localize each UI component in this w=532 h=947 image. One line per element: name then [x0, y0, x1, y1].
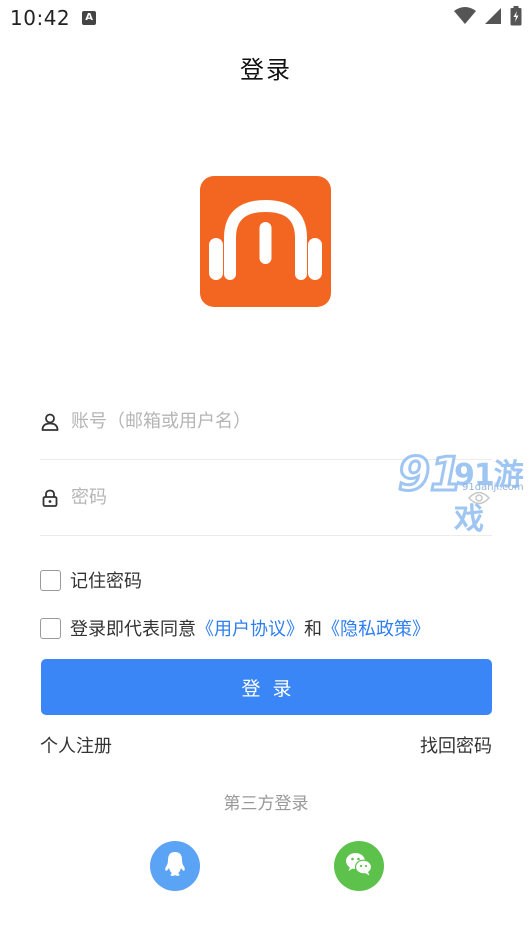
agreement-checkbox[interactable]: [40, 617, 61, 639]
agreement-and-text: 和: [304, 619, 322, 640]
privacy-policy-link[interactable]: 《隐私政策》: [322, 615, 430, 641]
user-agreement-link[interactable]: 《用户协议》: [196, 615, 304, 641]
app-logo: [200, 176, 331, 307]
remember-password-row[interactable]: 记住密码: [40, 567, 142, 593]
user-icon: [40, 412, 60, 432]
wifi-icon: [454, 7, 476, 29]
account-input[interactable]: [71, 411, 492, 432]
notification-a-icon: A: [82, 11, 97, 25]
account-links-row: 个人注册 找回密码: [40, 732, 492, 758]
watermark-91danji: 91 91游戏 91danji.com: [398, 444, 532, 537]
page-title: 登录: [240, 56, 292, 84]
signal-icon: [484, 7, 502, 29]
qq-login-button[interactable]: [150, 841, 200, 891]
remember-password-checkbox[interactable]: [40, 569, 61, 591]
login-screen: 10:42 A 登录 账号（邮箱或用户名） 91 91游戏 91danji.co…: [0, 0, 532, 947]
status-bar: 10:42 A: [0, 0, 532, 36]
qq-icon: [163, 851, 187, 881]
status-time: 10:42: [10, 6, 71, 30]
agreement-prefix: 登录即代表同意: [70, 619, 196, 640]
register-link[interactable]: 个人注册: [40, 732, 112, 758]
lock-icon: [40, 488, 60, 508]
wechat-icon: [345, 852, 373, 880]
third-party-login-label: 第三方登录: [223, 794, 309, 814]
battery-icon: [510, 6, 522, 30]
watermark-sub-text: 91danji.com: [462, 482, 524, 493]
forgot-password-link[interactable]: 找回密码: [420, 732, 492, 758]
login-button[interactable]: 登录: [41, 659, 492, 715]
watermark-main-text: 91游戏: [454, 458, 524, 537]
remember-password-label: 记住密码: [70, 571, 142, 592]
status-left: 10:42 A: [10, 6, 97, 30]
status-right: [454, 6, 522, 30]
svg-text:91: 91: [398, 447, 458, 498]
wechat-login-button[interactable]: [334, 841, 384, 891]
agreement-row: 登录即代表同意 《用户协议》 和 《隐私政策》: [40, 615, 430, 641]
